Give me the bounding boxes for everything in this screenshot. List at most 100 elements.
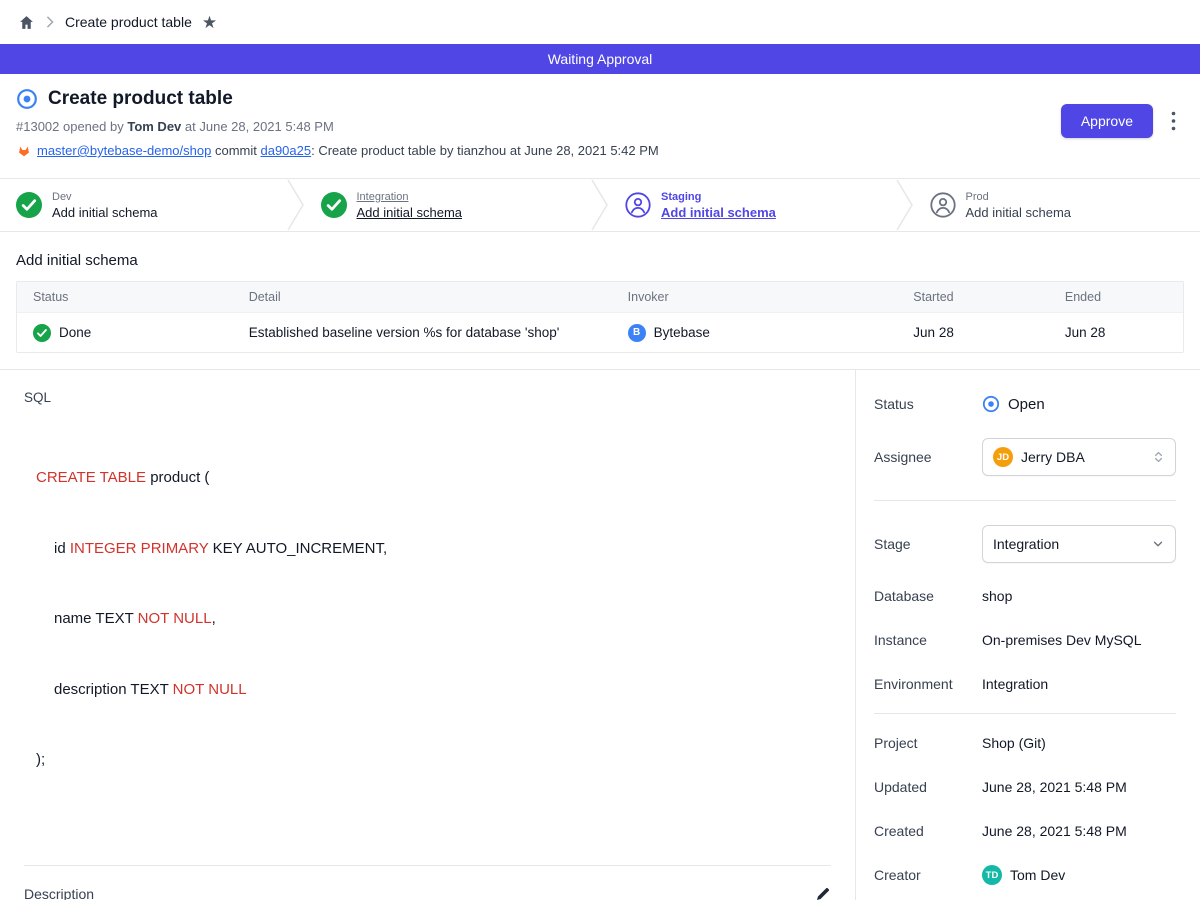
app: Create product table ★ Waiting Approval … — [0, 0, 1200, 900]
instance-label: Instance — [874, 632, 982, 648]
task-invoker-text: Bytebase — [654, 325, 710, 340]
status-banner: Waiting Approval — [0, 44, 1200, 74]
creator-name: Tom Dev — [1010, 867, 1065, 883]
stage-label: Stage — [874, 536, 982, 552]
chevron-updown-icon — [1152, 449, 1165, 465]
gitlab-icon — [16, 143, 37, 158]
issue-id-text: #13002 opened by — [16, 119, 124, 134]
stage-text: Integration Add initial schema — [357, 191, 463, 220]
task-section: Add initial schema Status Detail Invoker… — [0, 232, 1200, 353]
sql-line: description TEXT NOT NULL — [36, 678, 831, 702]
sql-line: ); — [36, 748, 831, 772]
project-label: Project — [874, 735, 982, 751]
edit-pencil-icon[interactable] — [815, 886, 831, 900]
creator-value: TD Tom Dev — [982, 865, 1065, 885]
issue-time: at June 28, 2021 5:48 PM — [185, 119, 334, 134]
description-header: Description — [24, 886, 831, 900]
avatar: B — [628, 324, 646, 342]
stage-value: Integration — [993, 536, 1143, 552]
instance-row: Instance On-premises Dev MySQL — [874, 625, 1176, 655]
table-row: Done Established baseline version %s for… — [17, 312, 1183, 352]
task-table-header: Status Detail Invoker Started Ended — [17, 282, 1183, 312]
pipeline-stage-staging[interactable]: Staging Add initial schema — [609, 179, 896, 231]
sql-text: name TEXT — [54, 610, 138, 627]
assignee-row: Assignee JD Jerry DBA — [874, 438, 1176, 476]
stage-name: Prod — [966, 191, 1072, 203]
sql-section-label: SQL — [24, 390, 831, 405]
database-label: Database — [874, 588, 982, 604]
stage-name: Staging — [661, 191, 776, 203]
pipeline-stage-dev[interactable]: Dev Add initial schema — [0, 179, 287, 231]
person-circle-icon — [930, 192, 956, 218]
divider — [874, 500, 1176, 501]
pipeline-stage-prod[interactable]: Prod Add initial schema — [914, 179, 1200, 231]
pipeline-stage-integration[interactable]: Integration Add initial schema — [305, 179, 592, 231]
approve-button[interactable]: Approve — [1061, 104, 1153, 138]
status-value: Open — [982, 395, 1045, 413]
created-label: Created — [874, 823, 982, 839]
sql-keyword: INTEGER PRIMARY — [70, 540, 209, 557]
column-status: Status — [17, 290, 233, 304]
sql-line: CREATE TABLE product ( — [36, 466, 831, 490]
assignee-select[interactable]: JD Jerry DBA — [982, 438, 1176, 476]
home-icon[interactable] — [18, 14, 35, 31]
person-circle-icon — [625, 192, 651, 218]
created-row: Created June 28, 2021 5:48 PM — [874, 816, 1176, 846]
task-detail-cell: Established baseline version %s for data… — [233, 325, 612, 340]
stage-row: Stage Integration — [874, 525, 1176, 563]
sql-keyword: CREATE TABLE — [36, 469, 146, 486]
sql-text: description TEXT — [54, 681, 173, 698]
stage-task-link[interactable]: Add initial schema — [357, 205, 463, 220]
stage-separator-icon — [591, 179, 609, 231]
stage-select[interactable]: Integration — [982, 525, 1176, 563]
sql-text: ); — [36, 751, 45, 768]
commit-hash-link[interactable]: da90a25 — [260, 143, 311, 158]
issue-meta: #13002 opened by Tom Dev at June 28, 202… — [16, 119, 1184, 134]
description-label: Description — [24, 886, 94, 900]
issue-author: Tom Dev — [127, 119, 181, 134]
chevron-right-icon — [45, 16, 55, 28]
updated-label: Updated — [874, 779, 982, 795]
task-ended-cell: Jun 28 — [1049, 325, 1183, 340]
stage-name: Dev — [52, 191, 158, 203]
project-value: Shop (Git) — [982, 735, 1046, 751]
updated-row: Updated June 28, 2021 5:48 PM — [874, 772, 1176, 802]
instance-value: On-premises Dev MySQL — [982, 632, 1141, 648]
database-row: Database shop — [874, 581, 1176, 611]
task-status-text: Done — [59, 325, 91, 340]
avatar: JD — [993, 447, 1013, 467]
column-detail: Detail — [233, 290, 612, 304]
check-circle-icon — [33, 324, 51, 342]
stage-task: Add initial schema — [966, 205, 1072, 220]
pipeline: Dev Add initial schema Integration Add i… — [0, 178, 1200, 232]
column-ended: Ended — [1049, 290, 1183, 304]
sql-text: KEY AUTO_INCREMENT, — [208, 540, 387, 557]
avatar: TD — [982, 865, 1002, 885]
task-invoker-cell: B Bytebase — [612, 324, 898, 342]
sql-text: product ( — [146, 469, 209, 486]
updated-value: June 28, 2021 5:48 PM — [982, 779, 1127, 795]
column-started: Started — [897, 290, 1049, 304]
creator-row: Creator TD Tom Dev — [874, 860, 1176, 890]
repo-link[interactable]: master@bytebase-demo/shop — [37, 143, 211, 158]
stage-task-link[interactable]: Add initial schema — [661, 205, 776, 220]
header-actions: Approve — [1061, 104, 1178, 138]
sql-text: , — [212, 610, 216, 627]
issue-header: Create product table #13002 opened by To… — [0, 74, 1200, 178]
check-circle-icon — [321, 192, 347, 218]
stage-task: Add initial schema — [52, 205, 158, 220]
stage-separator-icon — [896, 179, 914, 231]
assignee-value: Jerry DBA — [1021, 449, 1144, 465]
commit-message: : Create product table by tianzhou at Ju… — [311, 143, 659, 158]
issue-open-icon — [16, 88, 38, 110]
sql-keyword: NOT NULL — [138, 610, 212, 627]
database-value: shop — [982, 588, 1012, 604]
divider — [874, 713, 1176, 714]
star-icon[interactable]: ★ — [202, 14, 217, 31]
task-table: Status Detail Invoker Started Ended Done… — [16, 281, 1184, 353]
kebab-menu-icon[interactable] — [1169, 109, 1178, 133]
environment-label: Environment — [874, 676, 982, 692]
issue-open-icon — [982, 395, 1000, 413]
title-row: Create product table — [16, 88, 1184, 110]
sql-line: name TEXT NOT NULL, — [36, 607, 831, 631]
